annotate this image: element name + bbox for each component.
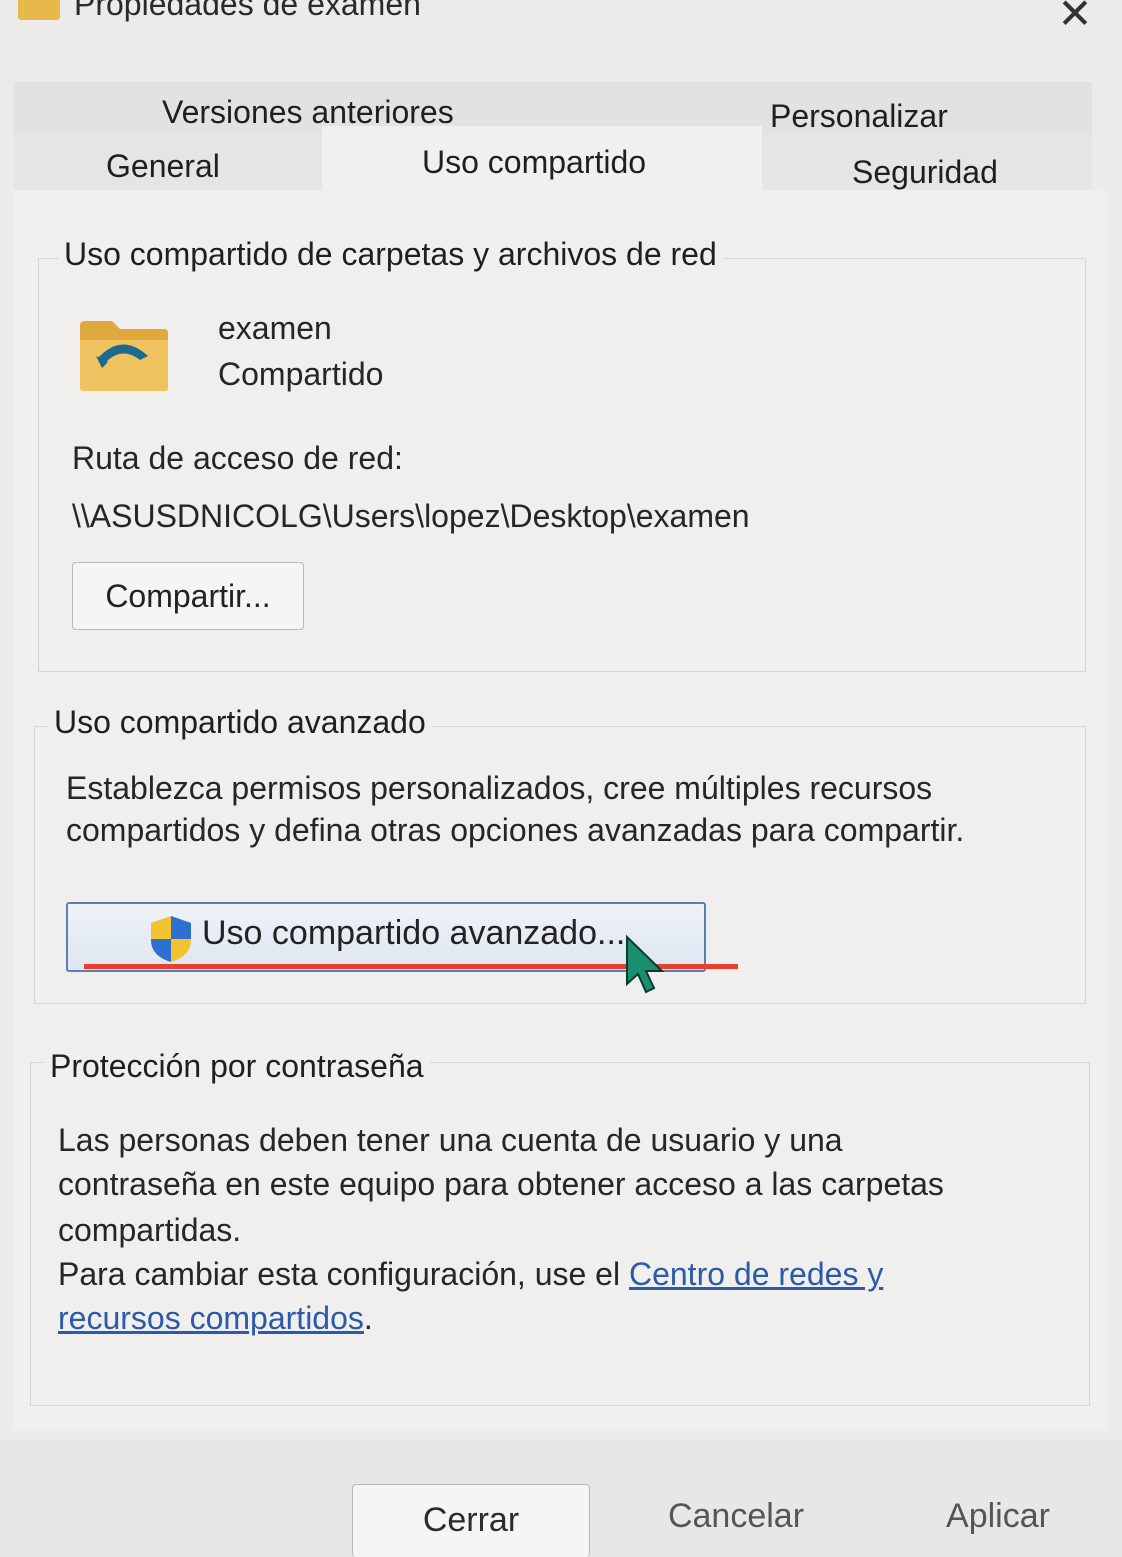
password-line5-suffix: . xyxy=(363,1300,373,1336)
password-line2: contraseña en este equipo para obtener a… xyxy=(58,1166,944,1202)
advanced-sharing-legend: Uso compartido avanzado xyxy=(48,704,432,741)
tab-seguridad[interactable]: Seguridad xyxy=(852,154,998,191)
tab-versiones-anteriores[interactable]: Versiones anteriores xyxy=(162,94,454,131)
network-center-link-part1[interactable]: Centro de redes y xyxy=(629,1256,883,1292)
advanced-sharing-button[interactable]: Uso compartido avanzado... xyxy=(66,902,706,972)
uac-shield-icon xyxy=(151,916,191,962)
mouse-cursor-icon xyxy=(626,934,665,994)
apply-button[interactable]: Aplicar xyxy=(880,1484,1116,1548)
password-line5: recursos compartidos. xyxy=(58,1296,373,1340)
shared-folder-icon xyxy=(80,321,168,391)
close-button[interactable]: Cerrar xyxy=(352,1484,590,1557)
password-line4: Para cambiar esta configuración, use el … xyxy=(58,1252,883,1296)
advanced-sharing-description-line2: compartidos y defina otras opciones avan… xyxy=(66,812,965,848)
advanced-sharing-button-label: Uso compartido avanzado... xyxy=(202,914,626,952)
advanced-sharing-description-line1: Establezca permisos personalizados, cree… xyxy=(66,770,933,806)
tab-general[interactable]: General xyxy=(106,148,220,185)
password-line4-prefix: Para cambiar esta configuración, use el xyxy=(58,1256,629,1292)
password-line1: Las personas deben tener una cuenta de u… xyxy=(58,1122,843,1158)
window-title: Propiedades de examen xyxy=(74,0,421,22)
network-sharing-legend: Uso compartido de carpetas y archivos de… xyxy=(58,236,723,273)
folder-status: Compartido xyxy=(218,356,384,392)
tab-uso-compartido[interactable]: Uso compartido xyxy=(422,144,646,181)
folder-name: examen xyxy=(218,310,332,346)
network-path-value: \\ASUSDNICOLG\Users\lopez\Desktop\examen xyxy=(72,498,750,534)
password-protection-legend: Protección por contraseña xyxy=(44,1048,430,1085)
network-path-label: Ruta de acceso de red: xyxy=(72,440,403,476)
network-center-link-part2[interactable]: recursos compartidos xyxy=(58,1300,364,1336)
cancel-button[interactable]: Cancelar xyxy=(616,1484,856,1548)
password-line3: compartidas. xyxy=(58,1212,242,1248)
folder-title-icon xyxy=(18,0,60,20)
close-icon[interactable]: ✕ xyxy=(1052,0,1098,40)
tab-personalizar[interactable]: Personalizar xyxy=(770,98,948,135)
share-button[interactable]: Compartir... xyxy=(72,562,304,630)
